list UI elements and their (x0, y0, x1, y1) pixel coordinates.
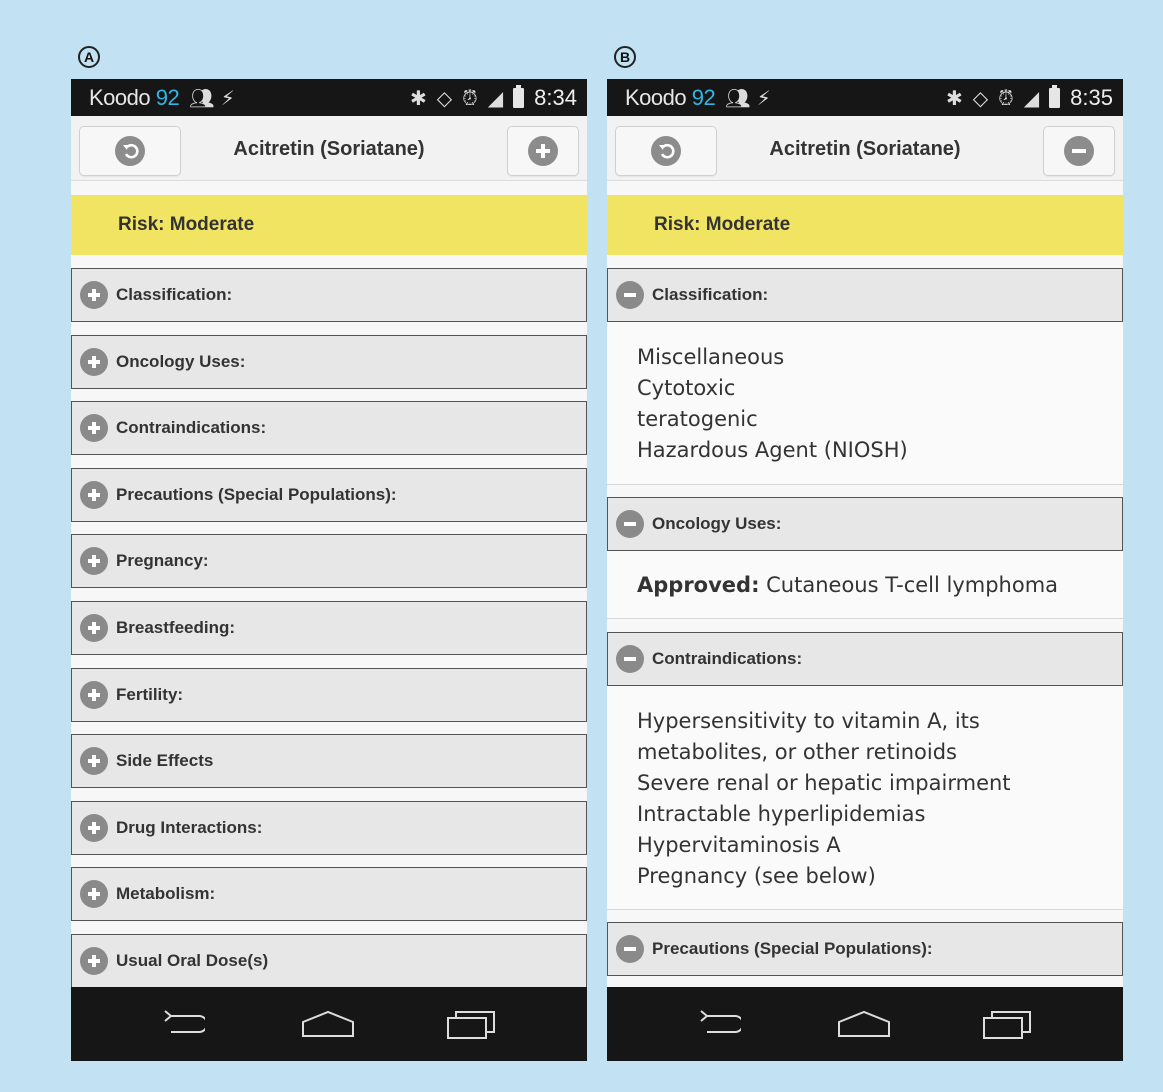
nav-back-icon[interactable] (159, 1008, 205, 1042)
android-nav-bar (71, 987, 587, 1061)
plus-icon (80, 347, 108, 376)
minus-icon (616, 645, 644, 673)
panel-label-b: B (614, 46, 636, 68)
nav-home-icon[interactable] (301, 1008, 355, 1042)
signal-icon: ◢ (1023, 86, 1040, 110)
plus-icon (80, 813, 108, 842)
classification-line: teratogenic (637, 407, 758, 431)
section-label: Contraindications: (652, 649, 803, 668)
plus-icon (80, 880, 108, 909)
section-label: Usual Oral Dose(s) (116, 951, 269, 970)
section-header-breastfeeding[interactable]: Breastfeeding: (71, 601, 587, 655)
contraindication-line: Pregnancy (see below) (637, 864, 876, 888)
bluetooth-icon: ✱ (410, 86, 427, 110)
status-bar: Koodo 92 👥︎ ⚡︎ ✱ ◇ ⏰︎ ◢ 8:35 (607, 79, 1123, 116)
notification-icons: 👥︎ ⚡︎ (189, 86, 235, 110)
section-label: Oncology Uses: (652, 514, 782, 533)
section-header-drug-interactions[interactable]: Drug Interactions: (71, 800, 587, 855)
battery-icon (1049, 85, 1061, 108)
section-label: Breastfeeding: (116, 618, 236, 637)
phone-screen-b: Koodo 92 👥︎ ⚡︎ ✱ ◇ ⏰︎ ◢ 8:35 Acitretin (… (607, 79, 1123, 1061)
alarm-icon: ⏰︎ (462, 86, 478, 110)
classification-line: Hazardous Agent (NIOSH) (637, 438, 908, 462)
plus-icon (80, 747, 108, 776)
contraindication-line: metabolites, or other retinoids (637, 740, 957, 764)
section-header-metabolism[interactable]: Metabolism: (71, 867, 587, 922)
plus-icon (80, 680, 108, 709)
section-label: Drug Interactions: (116, 817, 263, 837)
contraindication-line: Severe renal or hepatic impairment (637, 771, 1011, 795)
section-label: Fertility: (116, 684, 184, 704)
section-label: Classification: (652, 285, 769, 304)
collapse-all-button[interactable] (1043, 126, 1115, 176)
contraindication-line: Hypersensitivity to vitamin A, its (637, 709, 980, 733)
section-header-contraindications[interactable]: Contraindications: (71, 401, 587, 456)
app-toolbar: Acitretin (Soriatane) (607, 116, 1123, 181)
section-label: Precautions (Special Populations): (116, 484, 397, 504)
plus-icon (80, 281, 108, 309)
section-header-classification[interactable]: Classification: (71, 268, 587, 322)
nav-recents-icon[interactable] (982, 1008, 1032, 1042)
expand-all-button[interactable] (507, 126, 579, 176)
android-nav-bar (607, 987, 1123, 1061)
classification-line: Cytotoxic (637, 376, 736, 400)
plus-icon (80, 614, 108, 642)
classification-line: Miscellaneous (637, 345, 785, 369)
status-bar: Koodo 92 👥︎ ⚡︎ ✱ ◇ ⏰︎ ◢ 8:34 (71, 79, 587, 116)
carrier-label: Koodo 92 (625, 85, 716, 110)
minus-icon (616, 281, 644, 309)
contraindication-line: Hypervitaminosis A (637, 833, 841, 857)
plus-icon (80, 480, 108, 509)
section-label: Contraindications: (116, 418, 267, 438)
minus-icon (616, 935, 644, 963)
panel-label-a: A (78, 46, 100, 68)
plus-icon (80, 414, 108, 443)
section-label: Precautions (Special Populations): (652, 939, 933, 958)
section-body-oncology-uses: Approved: Cutaneous T-cell lymphoma (607, 551, 1123, 619)
app-toolbar: Acitretin (Soriatane) (71, 116, 587, 181)
section-header-oncology-uses[interactable]: Oncology Uses: (71, 334, 587, 389)
section-header-side-effects[interactable]: Side Effects (71, 734, 587, 789)
phone-screen-a: Koodo 92 👥︎ ⚡︎ ✱ ◇ ⏰︎ ◢ 8:34 Acitretin (… (71, 79, 587, 1061)
minus-icon (616, 510, 644, 538)
nav-back-icon[interactable] (695, 1008, 741, 1042)
risk-banner: Risk: Moderate (607, 195, 1123, 255)
contraindication-line: Intractable hyperlipidemias (637, 802, 926, 826)
rotate-icon: ◇ (436, 86, 453, 110)
plus-icon (80, 547, 108, 576)
rotate-icon: ◇ (972, 86, 989, 110)
section-header-precautions[interactable]: Precautions (Special Populations): (607, 922, 1123, 976)
section-header-contraindications[interactable]: Contraindications: (607, 632, 1123, 686)
alarm-icon: ⏰︎ (998, 86, 1014, 110)
clock: 8:35 (1070, 85, 1113, 110)
section-label: Classification: (116, 285, 233, 304)
section-header-oncology-uses[interactable]: Oncology Uses: (607, 497, 1123, 551)
minus-icon (1064, 136, 1094, 166)
oncology-use-line: Approved: Cutaneous T-cell lymphoma (637, 573, 1059, 597)
signal-icon: ◢ (487, 86, 504, 110)
plus-icon (528, 136, 558, 166)
carrier-label: Koodo 92 (89, 85, 180, 110)
section-header-pregnancy[interactable]: Pregnancy: (71, 534, 587, 589)
risk-banner: Risk: Moderate (71, 195, 587, 255)
nav-recents-icon[interactable] (446, 1008, 496, 1042)
clock: 8:34 (534, 85, 577, 110)
section-body-contraindications: Hypersensitivity to vitamin A, its metab… (607, 686, 1123, 910)
section-header-precautions-special-populations[interactable]: Precautions (Special Populations): (71, 467, 587, 522)
section-header-fertility[interactable]: Fertility: (71, 667, 587, 722)
section-body-classification: Miscellaneous Cytotoxic teratogenic Haza… (607, 322, 1123, 485)
section-label: Pregnancy: (116, 551, 209, 571)
section-label: Metabolism: (116, 884, 216, 904)
section-header-usual-oral-dose-s[interactable]: Usual Oral Dose(s) (71, 934, 587, 988)
system-icons: ✱ ◇ ⏰︎ ◢ 8:34 (410, 85, 577, 111)
section-label: Oncology Uses: (116, 351, 246, 371)
section-label: Side Effects (116, 751, 214, 771)
nav-home-icon[interactable] (837, 1008, 891, 1042)
section-header-classification[interactable]: Classification: (607, 268, 1123, 322)
notification-icons: 👥︎ ⚡︎ (725, 86, 771, 110)
system-icons: ✱ ◇ ⏰︎ ◢ 8:35 (946, 85, 1113, 111)
bluetooth-icon: ✱ (946, 86, 963, 110)
battery-icon (513, 85, 525, 108)
plus-icon (80, 947, 108, 975)
